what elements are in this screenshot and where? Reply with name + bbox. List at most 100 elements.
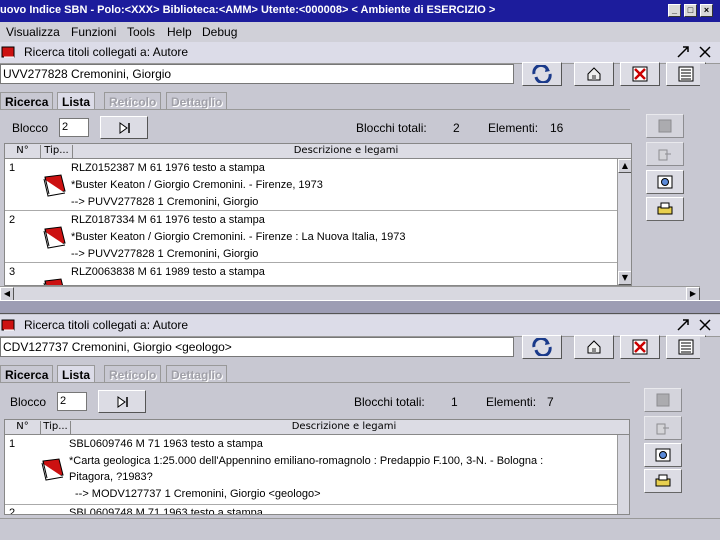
elementi-label: Elementi:: [488, 121, 539, 135]
menu-funzioni[interactable]: Funzioni: [71, 25, 116, 39]
col-tipo[interactable]: Tip...: [41, 421, 71, 435]
col-n[interactable]: N°: [5, 145, 41, 159]
export-icon: [656, 423, 669, 435]
col-tipo[interactable]: Tip...: [41, 145, 73, 159]
row-line1: RLZ0063838 M 61 1989 testo a stampa: [71, 266, 265, 278]
blocchi-totali-value: 1: [451, 395, 458, 409]
blocchi-totali-label: Blocchi totali:: [354, 395, 425, 409]
refresh-icon: [532, 65, 552, 83]
blocco-input[interactable]: 2: [59, 118, 89, 137]
table-row[interactable]: 1 SBL0609746 M 71 1963 testo a stampa *C…: [5, 435, 617, 505]
window-titlebar: uovo Indice SBN - Polo:<XXX> Biblioteca:…: [0, 0, 720, 22]
row-line3: --> PUVV277828 1 Cremonini, Giorgio: [71, 248, 259, 260]
col-descrizione[interactable]: Descrizione e legami: [73, 145, 619, 159]
blocco-label: Blocco: [10, 395, 47, 409]
table-row[interactable]: 2 SBL0609748 M 71 1963 testo a stampa: [5, 505, 617, 515]
book-icon: [1, 319, 15, 331]
home-button[interactable]: [574, 62, 614, 86]
side-print-button[interactable]: [646, 197, 684, 221]
window-title: uovo Indice SBN - Polo:<XXX> Biblioteca:…: [0, 4, 496, 16]
refresh-button[interactable]: [522, 335, 562, 359]
table-header: N° Tip... Descrizione e legami: [5, 420, 629, 435]
panel-title: Ricerca titoli collegati a: Autore: [24, 318, 189, 332]
minimize-button[interactable]: _: [668, 4, 681, 17]
magnifier-icon: [657, 175, 673, 189]
table-row[interactable]: 2 RLZ0187334 M 61 1976 testo a stampa *B…: [5, 211, 617, 263]
blocco-input[interactable]: 2: [57, 392, 87, 411]
menu-bar: Visualizza Funzioni Tools Help Debug: [0, 22, 720, 42]
refresh-button[interactable]: [522, 62, 562, 86]
table-row[interactable]: 1 RLZ0152387 M 61 1976 testo a stampa *B…: [5, 159, 617, 211]
list-icon: [678, 66, 694, 82]
books-icon: [658, 119, 672, 133]
vertical-scrollbar[interactable]: [617, 435, 629, 514]
tab-lista[interactable]: Lista: [57, 365, 96, 383]
col-descrizione[interactable]: Descrizione e legami: [71, 421, 617, 435]
maximize-button[interactable]: □: [684, 4, 697, 17]
col-n[interactable]: N°: [5, 421, 41, 435]
side-book-button: [644, 388, 682, 412]
panel-splitter[interactable]: [0, 300, 720, 314]
vertical-scrollbar[interactable]: ▲ ▼: [617, 159, 631, 285]
horizontal-scrollbar[interactable]: ◀ ▶: [0, 286, 700, 301]
close-window-button[interactable]: ×: [700, 4, 713, 17]
home-icon: [587, 67, 601, 81]
next-arrow-icon: [117, 395, 128, 408]
go-block-button[interactable]: [98, 390, 146, 413]
tab-dettaglio: Dettaglio: [166, 365, 228, 383]
row-line1: SBL0609746 M 71 1963 testo a stampa: [69, 438, 263, 450]
blocco-label: Blocco: [12, 121, 49, 135]
row-line2b: Pitagora, ?1983?: [69, 471, 153, 483]
side-export-button: [646, 142, 684, 166]
menu-help[interactable]: Help: [167, 25, 192, 39]
menu-visualizza[interactable]: Visualizza: [6, 25, 60, 39]
book-record-icon: [43, 278, 64, 285]
side-export-button: [644, 416, 682, 440]
row-line2: *Carta geologica 1:25.000 dell'Appennino…: [69, 455, 544, 467]
side-print-button[interactable]: [644, 469, 682, 493]
tab-reticolo: Reticolo: [104, 92, 162, 110]
side-search-button[interactable]: [646, 170, 684, 194]
book-record-icon: [43, 226, 66, 249]
row-number: 2: [9, 214, 16, 226]
row-number: 2: [9, 507, 16, 515]
row-line2: *Buster Keaton / Giorgio Cremonini. - Fi…: [71, 231, 406, 243]
book-icon: [1, 46, 15, 58]
close-panel-icon[interactable]: [698, 318, 712, 332]
menu-debug[interactable]: Debug: [202, 25, 237, 39]
scroll-left-arrow[interactable]: ◀: [0, 287, 14, 301]
cancel-button[interactable]: [620, 62, 660, 86]
print-icon: [657, 202, 673, 215]
home-button[interactable]: [574, 335, 614, 359]
delete-x-icon: [632, 66, 648, 82]
elementi-value: 16: [550, 121, 564, 135]
panel-title: Ricerca titoli collegati a: Autore: [24, 45, 189, 59]
blocchi-totali-label: Blocchi totali:: [356, 121, 427, 135]
row-number: 1: [9, 162, 16, 174]
magnifier-icon: [655, 448, 671, 462]
search-field[interactable]: UVV277828 Cremonini, Giorgio: [0, 64, 514, 84]
scroll-up-arrow[interactable]: ▲: [618, 159, 631, 173]
scroll-right-arrow[interactable]: ▶: [686, 287, 700, 301]
row-number: 1: [9, 438, 16, 450]
restore-icon[interactable]: [676, 45, 690, 59]
tab-ricerca[interactable]: Ricerca: [0, 365, 54, 383]
book-record-icon: [41, 458, 64, 481]
scroll-down-arrow[interactable]: ▼: [618, 271, 631, 285]
side-search-button[interactable]: [644, 443, 682, 467]
cancel-button[interactable]: [620, 335, 660, 359]
result-panel-1: Ricerca titoli collegati a: Autore UVV27…: [0, 42, 720, 301]
print-icon: [655, 474, 671, 487]
restore-icon[interactable]: [676, 318, 690, 332]
row-number: 3: [9, 266, 16, 278]
refresh-icon: [532, 338, 552, 356]
go-block-button[interactable]: [100, 116, 148, 139]
tab-lista[interactable]: Lista: [57, 92, 96, 110]
books-icon: [656, 393, 670, 407]
close-panel-icon[interactable]: [698, 45, 712, 59]
row-line3: --> MODV127737 1 Cremonini, Giorgio <geo…: [75, 488, 321, 500]
tab-ricerca[interactable]: Ricerca: [0, 92, 54, 110]
search-field[interactable]: CDV127737 Cremonini, Giorgio <geologo>: [0, 337, 514, 357]
menu-tools[interactable]: Tools: [127, 25, 155, 39]
table-row[interactable]: 3 RLZ0063838 M 61 1989 testo a stampa: [5, 263, 617, 285]
